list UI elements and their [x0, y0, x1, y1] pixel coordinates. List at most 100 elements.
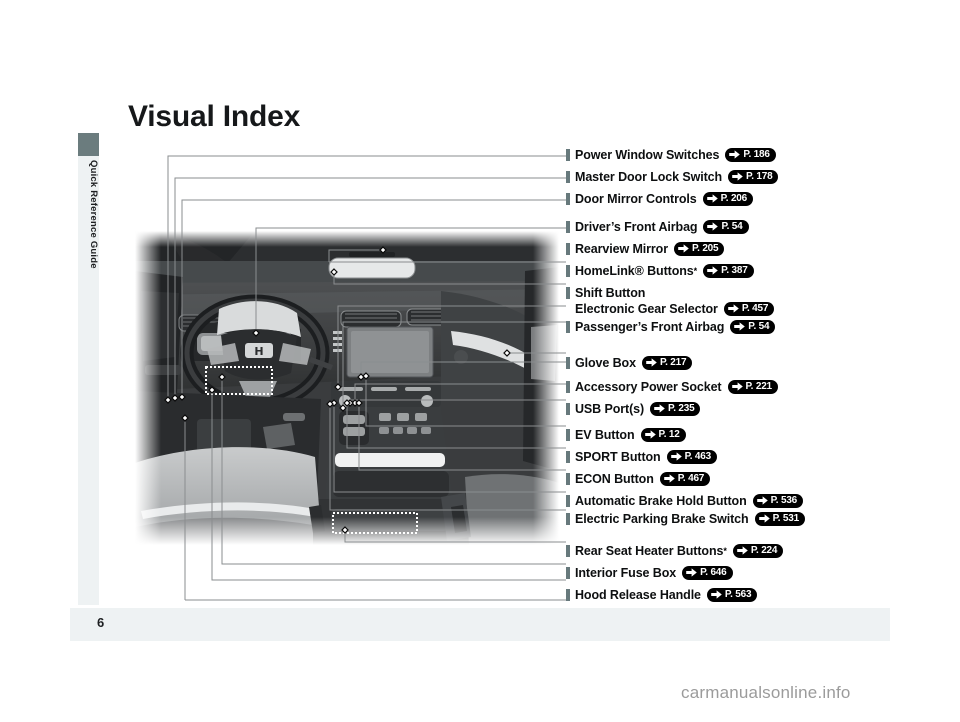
page-reference-badge[interactable]: P. 536 [752, 493, 804, 508]
page-reference-badge[interactable]: P. 178 [728, 169, 779, 184]
page-reference-text: P. 205 [691, 242, 719, 254]
page-reference-badge[interactable]: P. 235 [650, 401, 701, 416]
page-title: Visual Index [128, 100, 301, 133]
page-reference-badge[interactable]: P. 646 [682, 565, 733, 580]
callout-tick-icon [566, 451, 570, 463]
page-reference-badge[interactable]: P. 186 [725, 147, 776, 162]
right-arrow-icon [756, 495, 769, 506]
callout-label: SPORT Button [575, 450, 661, 464]
callout-electronic-gear-selector[interactable]: Electronic Gear Selector P. 457 [566, 300, 775, 318]
callout-automatic-brake-hold-button[interactable]: Automatic Brake Hold Button P. 536 [566, 492, 804, 510]
page-reference-badge[interactable]: P. 221 [727, 379, 778, 394]
callout-tick-icon [566, 381, 570, 393]
callout-accessory-power-socket[interactable]: Accessory Power Socket P. 221 [566, 378, 778, 396]
right-arrow-icon [736, 545, 749, 556]
callout-glove-box[interactable]: Glove Box P. 217 [566, 354, 693, 372]
page-reference-badge[interactable]: P. 467 [659, 471, 711, 486]
callout-label: Door Mirror Controls [575, 192, 697, 206]
callout-usb-ports[interactable]: USB Port(s) P. 235 [566, 400, 701, 418]
manual-page: Visual Index Quick Reference Guide H Pow… [0, 0, 960, 722]
page-reference-text: P. 531 [772, 512, 800, 524]
callout-tick-icon [566, 321, 570, 333]
callout-rear-seat-heater-buttons[interactable]: Rear Seat Heater Buttons * P. 224 [566, 542, 784, 560]
car-interior-illustration: H [135, 231, 559, 545]
page-reference-badge[interactable]: P. 217 [641, 355, 693, 370]
page-reference-text: P. 186 [743, 148, 770, 160]
page-reference-text: P. 206 [720, 192, 748, 204]
page-reference-text: P. 387 [721, 264, 748, 276]
callout-master-door-lock-switch[interactable]: Master Door Lock Switch P. 178 [566, 168, 779, 186]
page-reference-text: P. 178 [746, 170, 773, 182]
page-reference-badge[interactable]: P. 531 [754, 511, 806, 526]
right-arrow-icon [728, 149, 741, 160]
page-reference-text: P. 463 [684, 450, 712, 462]
callout-electric-parking-brake-switch[interactable]: Electric Parking Brake Switch P. 531 [566, 510, 806, 528]
right-arrow-icon [710, 589, 723, 600]
page-reference-text: P. 224 [750, 544, 778, 556]
callout-power-window-switches[interactable]: Power Window Switches P. 186 [566, 146, 776, 164]
callout-econ-button[interactable]: ECON Button P. 467 [566, 470, 711, 488]
callout-rearview-mirror[interactable]: Rearview Mirror P. 205 [566, 240, 725, 258]
page-reference-text: P. 217 [659, 356, 687, 368]
page-reference-text: P. 536 [770, 494, 798, 506]
page-reference-text: P. 457 [741, 302, 769, 314]
callout-hood-release-handle[interactable]: Hood Release Handle P. 563 [566, 586, 758, 604]
callout-door-mirror-controls[interactable]: Door Mirror Controls P. 206 [566, 190, 754, 208]
callout-label: Driver’s Front Airbag [575, 220, 698, 234]
callout-label: USB Port(s) [575, 402, 645, 416]
page-reference-badge[interactable]: P. 54 [730, 319, 776, 334]
callout-homelink-buttons[interactable]: HomeLink® Buttons * P. 387 [566, 262, 754, 280]
page-reference-text: P. 54 [748, 320, 770, 332]
callout-tick-icon [566, 513, 570, 525]
page-reference-badge[interactable]: P. 387 [703, 263, 754, 278]
callout-tick-icon [566, 357, 570, 369]
right-arrow-icon [677, 243, 690, 254]
callout-label: Accessory Power Socket [575, 380, 722, 394]
callout-label: Rear Seat Heater Buttons [575, 544, 724, 558]
page-reference-badge[interactable]: P. 563 [706, 587, 758, 602]
page-reference-text: P. 646 [700, 566, 727, 578]
callout-tick-icon [566, 473, 570, 485]
page-reference-badge[interactable]: P. 205 [673, 241, 725, 256]
footnote-asterisk: * [693, 266, 698, 276]
callout-tick-icon [566, 303, 570, 315]
callout-label: Interior Fuse Box [575, 566, 677, 580]
callout-drivers-front-airbag[interactable]: Driver’s Front Airbag P. 54 [566, 218, 749, 236]
right-arrow-icon [727, 303, 740, 314]
callout-interior-fuse-box[interactable]: Interior Fuse Box P. 646 [566, 564, 733, 582]
callout-label: HomeLink® Buttons [575, 264, 694, 278]
callout-sport-button[interactable]: SPORT Button P. 463 [566, 448, 718, 466]
site-watermark: carmanualsonline.info [681, 683, 851, 702]
svg-text:H: H [254, 345, 263, 358]
right-arrow-icon [706, 221, 719, 232]
callout-label: EV Button [575, 428, 635, 442]
right-arrow-icon [663, 473, 676, 484]
right-arrow-icon [731, 381, 744, 392]
page-reference-badge[interactable]: P. 224 [732, 543, 784, 558]
page-reference-text: P. 12 [658, 428, 680, 440]
callout-tick-icon [566, 171, 570, 183]
page-reference-badge[interactable]: P. 206 [702, 191, 754, 206]
callout-ev-button[interactable]: EV Button P. 12 [566, 426, 686, 444]
callout-tick-icon [566, 429, 570, 441]
right-arrow-icon [731, 171, 744, 182]
callout-label: Shift Button [575, 286, 646, 300]
page-reference-text: P. 563 [724, 588, 752, 600]
page-reference-badge[interactable]: P. 12 [640, 427, 686, 442]
page-reference-badge[interactable]: P. 54 [703, 219, 749, 234]
callout-passengers-front-airbag[interactable]: Passenger’s Front Airbag P. 54 [566, 318, 776, 336]
callout-label: Passenger’s Front Airbag [575, 320, 725, 334]
right-arrow-icon [706, 193, 719, 204]
right-arrow-icon [644, 429, 657, 440]
right-arrow-icon [653, 403, 666, 414]
page-reference-badge[interactable]: P. 463 [666, 449, 718, 464]
page-reference-text: P. 235 [668, 402, 695, 414]
page-reference-text: P. 54 [721, 220, 743, 232]
page-reference-badge[interactable]: P. 457 [723, 301, 775, 316]
callout-label: Hood Release Handle [575, 588, 701, 602]
right-arrow-icon [670, 451, 683, 462]
callout-label: Glove Box [575, 356, 636, 370]
callout-tick-icon [566, 265, 570, 277]
callout-tick-icon [566, 243, 570, 255]
callout-label: Automatic Brake Hold Button [575, 494, 747, 508]
